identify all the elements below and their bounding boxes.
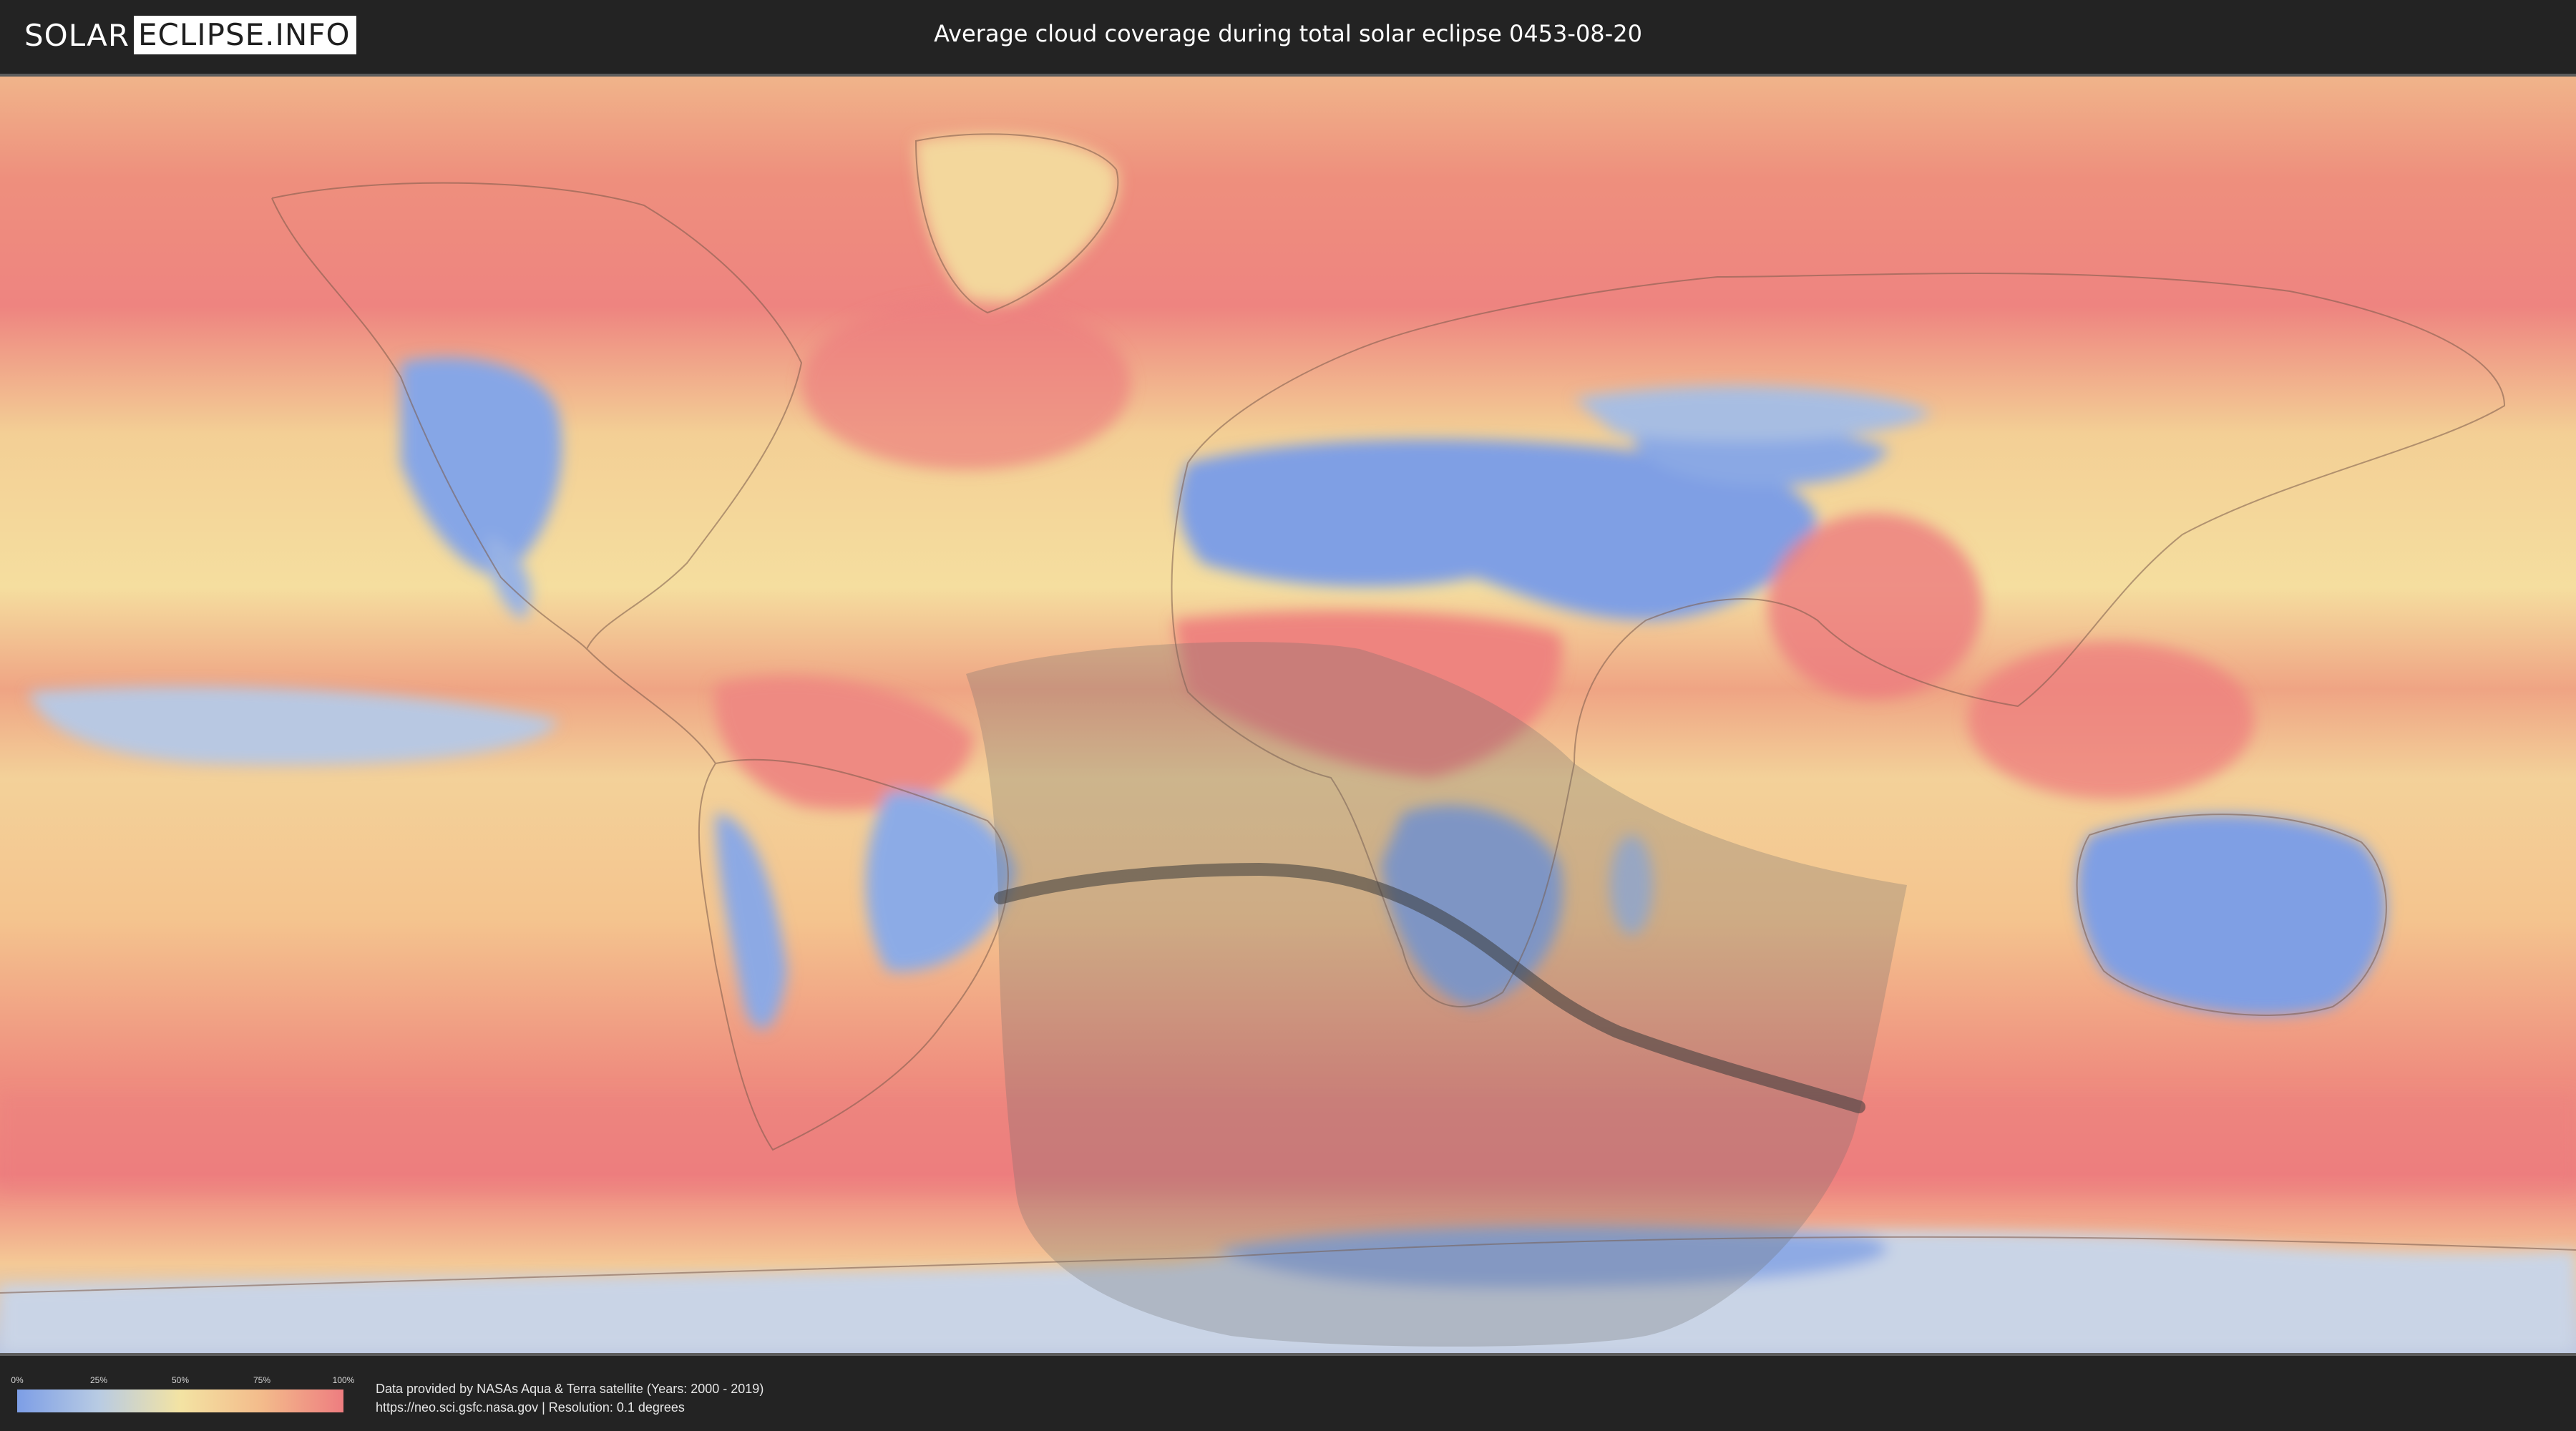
credits-line-url[interactable]: https://neo.sci.gsfc.nasa.gov | Resoluti… bbox=[376, 1398, 763, 1417]
legend-tick-25: 25% bbox=[89, 1375, 108, 1385]
footer-bar: 0% 25% 50% 75% 100% Data provided by NAS… bbox=[0, 1359, 2576, 1431]
credits-line-source: Data provided by NASAs Aqua & Terra sate… bbox=[376, 1382, 764, 1396]
header-bar: SOLAR ECLIPSE.INFO Average cloud coverag… bbox=[0, 0, 2576, 72]
legend-tick-50: 50% bbox=[171, 1375, 190, 1385]
legend-tick-row: 0% 25% 50% 75% 100% bbox=[11, 1375, 354, 1385]
page-title: Average cloud coverage during total sola… bbox=[934, 20, 1642, 47]
cloud-coverage-map[interactable] bbox=[0, 74, 2576, 1356]
legend-tick-0: 0% bbox=[11, 1375, 24, 1385]
legend-tick-100: 100% bbox=[332, 1375, 355, 1385]
legend-tick-75: 75% bbox=[253, 1375, 271, 1385]
data-credits: Data provided by NASAs Aqua & Terra sate… bbox=[376, 1379, 763, 1417]
color-scale-legend bbox=[17, 1390, 343, 1412]
